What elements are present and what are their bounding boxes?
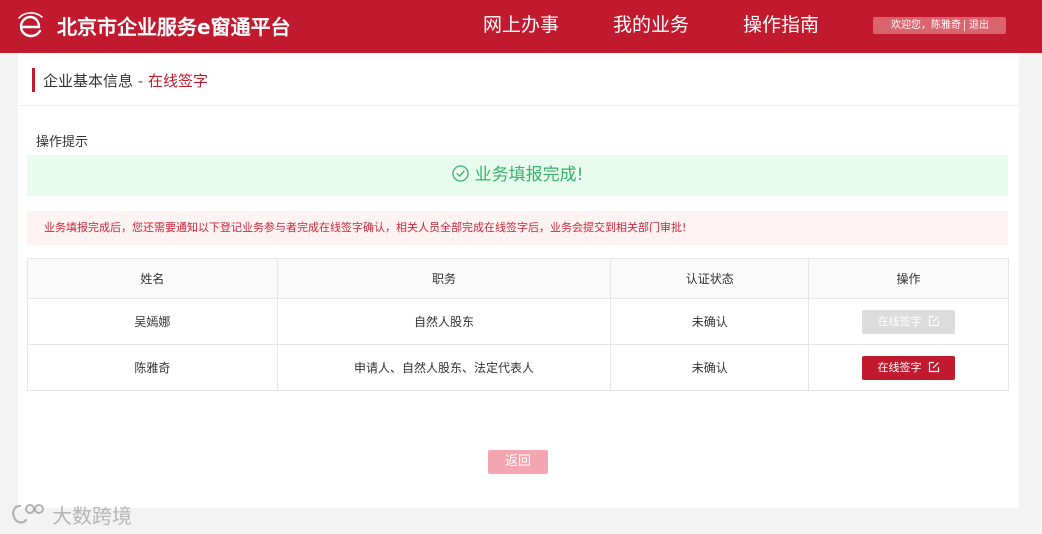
logout-link[interactable]: 退出 [969, 20, 989, 31]
operation-tip-label: 操作提示 [36, 135, 89, 150]
edit-icon [928, 361, 939, 372]
top-header: 北京市企业服务e窗通平台 网上办事 我的业务 操作指南 欢迎您，陈雅奇 退出 [0, 0, 1042, 53]
edit-icon [928, 315, 939, 326]
success-message: 业务填报完成! [474, 165, 584, 185]
watermark-text: 大数跨境 [52, 504, 132, 528]
sign-button-label: 在线签字 [877, 360, 922, 374]
breadcrumb-separator: - [137, 72, 144, 90]
user-box-divider [964, 19, 965, 31]
header-name: 姓名 [27, 258, 278, 299]
back-button[interactable]: 返回 [488, 450, 548, 474]
cell-action: 在线签字 [808, 298, 1009, 345]
header-status: 认证状态 [610, 258, 810, 299]
signers-table: 姓名 职务 认证状态 操作 吴嫣娜 自然人股东 未确认 在线签字 陈雅奇 申请人… [27, 258, 1009, 391]
online-sign-button-disabled[interactable]: 在线签字 [862, 309, 956, 334]
check-circle-icon [451, 165, 469, 182]
brand-logo-icon [12, 503, 44, 523]
header-action: 操作 [808, 258, 1009, 299]
app-title: 北京市企业服务e窗通平台 [57, 15, 291, 39]
user-greeting: 欢迎您，陈雅奇 [891, 20, 961, 31]
nav-operation-guide[interactable]: 操作指南 [743, 10, 819, 37]
table-row: 陈雅奇 申请人、自然人股东、法定代表人 未确认 在线签字 [27, 344, 1009, 391]
success-alert: 业务填报完成! [27, 155, 1008, 196]
breadcrumb: 企业基本信息 - 在线签字 [18, 53, 1019, 106]
table-header-row: 姓名 职务 认证状态 操作 [27, 258, 1009, 299]
notice-message: 业务填报完成后，您还需要通知以下登记业务参与者完成在线签字确认，相关人员全部完成… [44, 221, 687, 234]
breadcrumb-parent: 企业基本信息 [43, 72, 134, 90]
online-sign-button[interactable]: 在线签字 [862, 355, 956, 380]
header-role: 职务 [276, 258, 612, 299]
nav-online-services[interactable]: 网上办事 [483, 10, 559, 37]
cell-name: 陈雅奇 [27, 344, 278, 391]
cell-status: 未确认 [610, 344, 810, 391]
watermark: 大数跨境 [10, 500, 132, 530]
cell-role: 申请人、自然人股东、法定代表人 [276, 344, 612, 391]
table-row: 吴嫣娜 自然人股东 未确认 在线签字 [27, 298, 1009, 345]
breadcrumb-current: 在线签字 [148, 72, 209, 90]
breadcrumb-accent-bar [32, 68, 35, 92]
nav-my-business[interactable]: 我的业务 [613, 10, 689, 37]
cell-action: 在线签字 [808, 344, 1009, 391]
cell-name: 吴嫣娜 [27, 298, 278, 345]
sign-button-label: 在线签字 [877, 314, 922, 328]
breadcrumb-text: 企业基本信息 - 在线签字 [43, 70, 208, 91]
cell-role: 自然人股东 [276, 298, 612, 345]
cell-status: 未确认 [610, 298, 810, 345]
notice-alert: 业务填报完成后，您还需要通知以下登记业务参与者完成在线签字确认，相关人员全部完成… [27, 211, 1008, 245]
main-panel: 企业基本信息 - 在线签字 操作提示 业务填报完成! 业务填报完成后，您还需要通… [18, 53, 1019, 508]
e-logo-icon [18, 12, 43, 38]
user-info-box: 欢迎您，陈雅奇 退出 [873, 17, 1006, 34]
